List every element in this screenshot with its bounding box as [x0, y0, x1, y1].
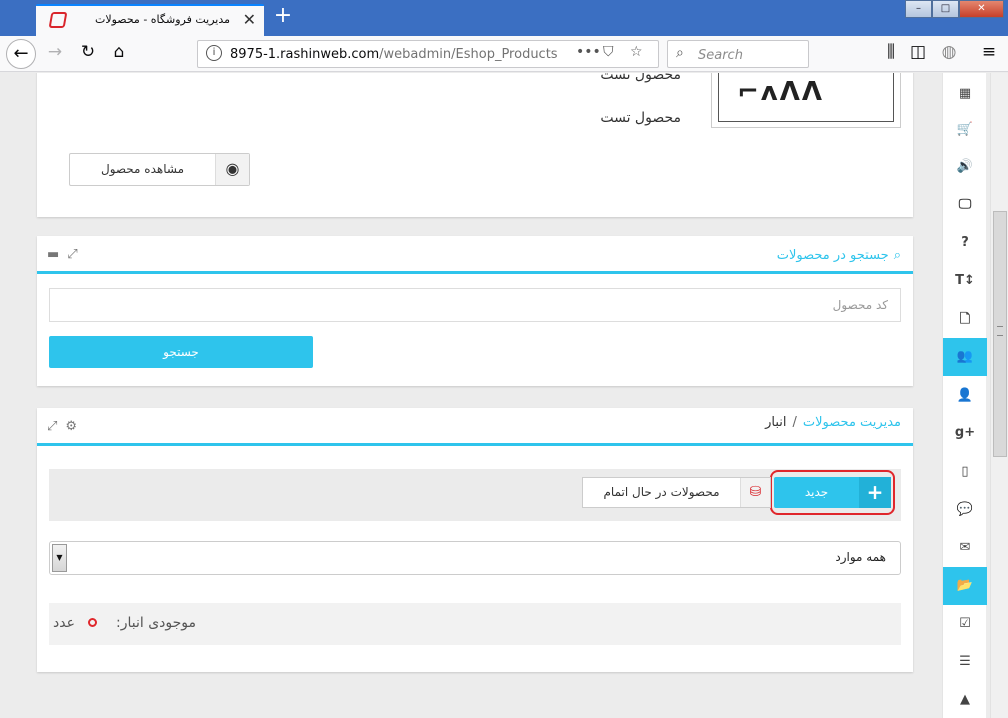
- breadcrumb-manage-products[interactable]: مدیریت محصولات: [803, 415, 901, 430]
- rail-question-icon[interactable]: ?: [943, 224, 987, 262]
- scrollbar-thumb[interactable]: [993, 211, 1007, 457]
- product-image-frame: ɅɅɅɅ-⌐ʌɅɅ: [718, 73, 894, 122]
- pocket-icon[interactable]: ⛉: [603, 44, 614, 60]
- product-code-placeholder: کد محصول: [832, 298, 888, 312]
- maximize-button[interactable]: □: [932, 0, 959, 18]
- stock-row: موجودی انبار: عدد: [49, 603, 901, 645]
- low-stock-label: محصولات در حال اتمام: [603, 485, 720, 499]
- inventory-panel: مدیریت محصولات / انبار ⤢ ⚙ + جدید ⛁ محصولا…: [37, 408, 913, 672]
- breadcrumb-separator: /: [792, 415, 797, 430]
- rail-envelope-icon[interactable]: ✉: [943, 529, 987, 567]
- globe-icon[interactable]: ◍: [938, 42, 960, 62]
- stock-unit: عدد: [53, 615, 75, 631]
- browser-navbar: ← → ↻ ⌂ i 8975-1.rashinweb.com/webadmin/…: [0, 36, 1008, 72]
- eye-icon: ◉: [215, 154, 249, 185]
- breadcrumb-current: انبار: [765, 415, 787, 430]
- product-name: محصول تست: [600, 73, 681, 83]
- database-icon: ⛁: [740, 478, 770, 507]
- stock-status-dot: [88, 618, 97, 627]
- page-scrollbar[interactable]: [990, 73, 1008, 718]
- icon-rail: ▦ 🛒 🔊 🖵 ? T↕ 🗋 👥 👤 g+ ▯ 💬 ✉ 📂 ☑ ☰ ▲: [942, 73, 987, 718]
- product-name-secondary: محصول تست: [600, 110, 681, 126]
- reload-icon[interactable]: ↻: [77, 42, 99, 62]
- dropdown-arrow-icon[interactable]: ▼: [52, 544, 67, 572]
- collapse-icon[interactable]: ▬: [47, 247, 59, 262]
- product-image: ɅɅɅɅ-⌐ʌɅɅ: [711, 73, 901, 128]
- gear-icon[interactable]: ⚙: [65, 419, 77, 434]
- tab-title: مدیریت فروشگاه - محصولات: [94, 13, 230, 26]
- inventory-toolbar: + جدید ⛁ محصولات در حال اتمام: [49, 469, 901, 521]
- search-panel-title: ⌕جستجو در محصولات: [776, 248, 901, 263]
- search-input[interactable]: ⌕ Search: [667, 40, 809, 68]
- filter-select[interactable]: همه موارد ▼: [49, 541, 901, 575]
- rail-file-icon[interactable]: 🗋: [943, 301, 987, 339]
- low-stock-products-button[interactable]: ⛁ محصولات در حال اتمام: [582, 477, 771, 508]
- url-text: 8975-1.rashinweb.com/webadmin/Eshop_Prod…: [230, 47, 558, 62]
- window-titlebar: مدیریت فروشگاه - محصولات ✕ + – □ ✕: [0, 0, 1008, 36]
- forward-icon[interactable]: →: [44, 42, 66, 62]
- rail-volume-icon[interactable]: 🔊: [943, 148, 987, 186]
- library-icon[interactable]: ⫼: [880, 42, 902, 62]
- bookmark-star-icon[interactable]: ☆: [630, 44, 643, 60]
- rail-comments-icon[interactable]: 💬: [943, 491, 987, 529]
- search-placeholder: Search: [698, 48, 743, 63]
- rail-users-icon[interactable]: 👥: [943, 338, 987, 376]
- rail-cart-icon[interactable]: 🛒: [943, 111, 987, 149]
- view-product-button[interactable]: مشاهده محصول ◉: [69, 153, 250, 186]
- rail-monitor-icon[interactable]: 🖵: [943, 186, 987, 224]
- filter-selected-value: همه موارد: [835, 550, 886, 564]
- browser-tab[interactable]: مدیریت فروشگاه - محصولات ✕: [36, 4, 264, 36]
- rail-google-plus-icon[interactable]: g+: [943, 414, 987, 452]
- rail-user-icon[interactable]: 👤: [943, 377, 987, 415]
- search-panel: ⌕جستجو در محصولات ▬ ⤢ کد محصول جستجو: [37, 236, 913, 386]
- new-button-label: جدید: [804, 485, 829, 499]
- view-product-label: مشاهده محصول: [100, 162, 184, 176]
- menu-icon[interactable]: ≡: [978, 42, 1000, 62]
- page-actions-icon[interactable]: •••: [576, 44, 601, 60]
- search-icon: ⌕: [676, 45, 684, 61]
- expand-icon[interactable]: ⤢: [47, 419, 57, 434]
- new-tab-button[interactable]: +: [270, 4, 296, 30]
- rail-film-icon[interactable]: ▦: [943, 75, 987, 113]
- page-viewport: ɅɅɅɅ-⌐ʌɅɅ محصول تست محصول تست مشاهده محص…: [0, 73, 990, 718]
- plus-icon: +: [859, 477, 891, 508]
- breadcrumb: مدیریت محصولات / انبار: [765, 415, 901, 430]
- tab-close-icon[interactable]: ✕: [243, 10, 256, 29]
- back-icon[interactable]: ←: [6, 39, 36, 69]
- scrollbar-grip: [997, 326, 1003, 336]
- inventory-panel-header: مدیریت محصولات / انبار ⤢ ⚙: [37, 408, 913, 446]
- rail-list-icon[interactable]: ☰: [943, 643, 987, 681]
- search-button[interactable]: جستجو: [49, 336, 313, 368]
- product-panel: ɅɅɅɅ-⌐ʌɅɅ محصول تست محصول تست مشاهده محص…: [37, 73, 913, 217]
- new-button[interactable]: + جدید: [774, 477, 891, 508]
- window-controls: – □ ✕: [905, 0, 1004, 20]
- rail-text-height-icon[interactable]: T↕: [943, 262, 987, 300]
- stock-label: موجودی انبار:: [116, 615, 197, 631]
- home-icon[interactable]: ⌂: [108, 42, 130, 62]
- panel-tools: ▬ ⤢: [47, 247, 78, 262]
- rail-mobile-icon[interactable]: ▯: [943, 453, 987, 491]
- close-window-button[interactable]: ✕: [959, 0, 1004, 18]
- site-info-icon[interactable]: i: [206, 45, 222, 61]
- expand-icon[interactable]: ⤢: [67, 247, 77, 262]
- sidebar-icon[interactable]: ◫: [907, 42, 929, 62]
- search-panel-header: ⌕جستجو در محصولات ▬ ⤢: [37, 236, 913, 274]
- rail-check-square-icon[interactable]: ☑: [943, 605, 987, 643]
- product-code-input[interactable]: کد محصول: [49, 288, 901, 322]
- rail-road-icon[interactable]: ▲: [943, 681, 987, 718]
- search-icon: ⌕: [893, 248, 901, 263]
- minimize-button[interactable]: –: [905, 0, 932, 18]
- site-favicon-icon: [48, 12, 68, 28]
- product-logo-text: ɅɅɅɅ-⌐ʌɅɅ: [737, 73, 836, 107]
- rail-folder-open-icon[interactable]: 📂: [943, 567, 987, 605]
- address-bar[interactable]: i 8975-1.rashinweb.com/webadmin/Eshop_Pr…: [197, 40, 659, 68]
- panel-tools: ⤢ ⚙: [47, 419, 77, 434]
